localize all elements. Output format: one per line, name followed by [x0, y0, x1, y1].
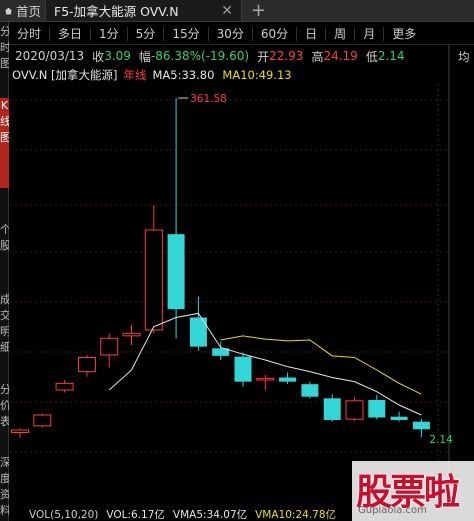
candle-body-down — [368, 400, 386, 418]
candle-body-up — [33, 414, 52, 427]
vma10-value: VMA10:24.78亿 — [255, 509, 337, 521]
candle-body-down — [167, 234, 185, 310]
candle-body-up — [11, 429, 29, 433]
vol-value: VOL:6.17亿 — [106, 509, 165, 521]
kline-chart[interactable]: 361.58 2.14 — [0, 0, 474, 521]
candle-body-up — [144, 229, 163, 331]
vol-indicator-name[interactable]: VOL(5,10,20) — [29, 509, 98, 521]
candle-body-up — [77, 357, 96, 373]
candle-body-down — [301, 384, 319, 397]
candle-body-up — [256, 377, 275, 381]
candle-body-down — [234, 356, 252, 382]
candle-body-down — [323, 398, 341, 420]
watermark-logo: 股票啦 Gupiaola.com — [352, 461, 474, 521]
candle-body-up — [345, 400, 364, 420]
candle-body-down — [279, 377, 297, 382]
vma5-value: VMA5:34.07亿 — [172, 509, 248, 521]
candle-body-up — [55, 382, 74, 391]
min-annotation: 2.14 — [429, 434, 453, 446]
candle-body-down — [390, 416, 408, 420]
candle-body-up — [122, 332, 141, 337]
max-annotation: 361.58 — [190, 93, 227, 105]
watermark-url: Gupiaola.com — [358, 505, 427, 516]
candle-body-down — [412, 421, 430, 430]
candle-body-up — [100, 337, 119, 356]
